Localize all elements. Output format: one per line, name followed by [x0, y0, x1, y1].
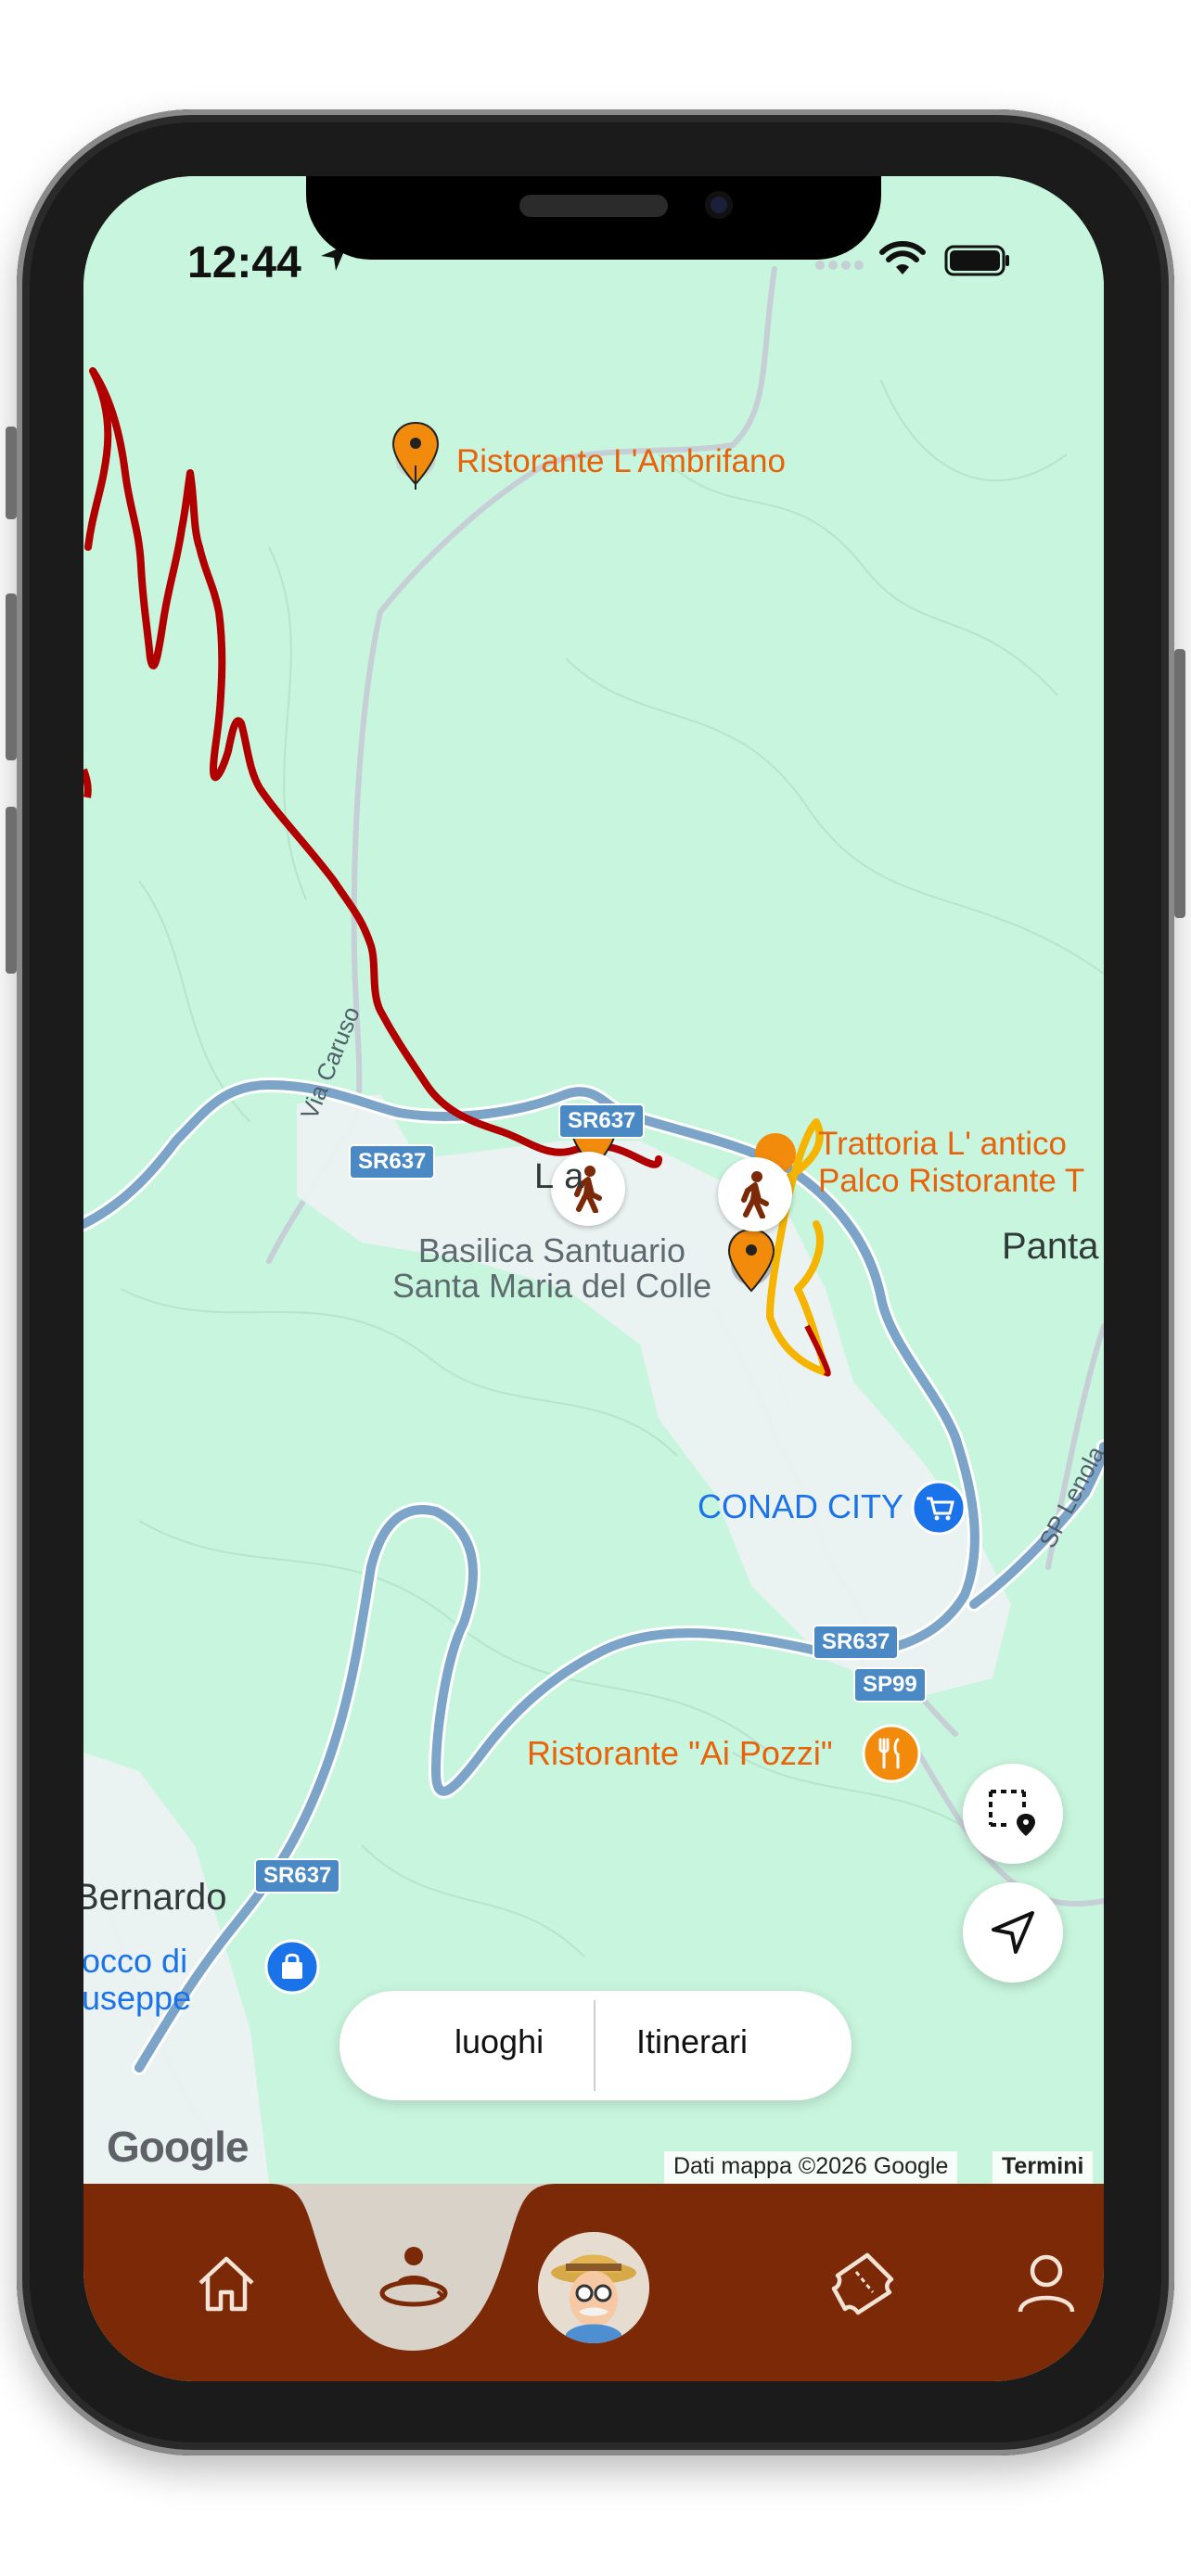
- place-label-bernardo: Bernardo: [83, 1877, 227, 1918]
- poi-label-rocco[interactable]: occo di: [83, 1942, 187, 1981]
- poi-label-basilica[interactable]: Basilica Santuario Santa Maria del Colle: [378, 1233, 725, 1304]
- road-shield: SR637: [349, 1144, 436, 1180]
- road-shield: SR637: [558, 1103, 646, 1139]
- map-data-attribution: Dati mappa ©2026 Google: [664, 2151, 958, 2188]
- toggle-luoghi[interactable]: luoghi: [455, 2022, 544, 2061]
- wifi-icon: [879, 241, 926, 274]
- road-shield: SP99: [853, 1667, 927, 1702]
- area-search-button[interactable]: [963, 1764, 1063, 1864]
- volume-up-button: [6, 593, 17, 760]
- view-toggle[interactable]: luoghi Itinerari: [339, 1991, 852, 2100]
- shopping-cart-icon[interactable]: [911, 1480, 967, 1536]
- guide-avatar-icon: [538, 2232, 649, 2343]
- road-shield: SR637: [813, 1625, 900, 1660]
- map-pin-icon[interactable]: [724, 1226, 779, 1300]
- bottom-tab-bar: [83, 2184, 1104, 2381]
- power-button: [1174, 649, 1185, 918]
- walking-route-marker-icon[interactable]: [718, 1157, 792, 1231]
- tab-home[interactable]: [189, 2247, 263, 2321]
- terms-link[interactable]: Termini: [992, 2151, 1094, 2188]
- status-time: 12:44: [187, 238, 301, 287]
- tab-profile[interactable]: [1009, 2247, 1083, 2321]
- toggle-itinerari[interactable]: Itinerari: [636, 2022, 748, 2061]
- explore-person-icon: [379, 2247, 448, 2307]
- area-select-pin-icon: [989, 1790, 1035, 1836]
- poi-label-ambrifano[interactable]: Ristorante L'Ambrifano: [456, 443, 786, 480]
- battery-icon: [944, 245, 1009, 276]
- tab-explore[interactable]: [377, 2241, 451, 2315]
- mute-switch: [6, 427, 17, 519]
- front-camera: [705, 191, 733, 219]
- location-arrow-icon: [992, 1911, 1034, 1954]
- home-icon: [198, 2256, 254, 2312]
- map-view[interactable]: Ristorante L'Ambrifano Trattoria L' anti…: [83, 176, 1104, 2188]
- my-location-button[interactable]: [963, 1882, 1063, 1983]
- poi-label-conad[interactable]: CONAD CITY: [698, 1487, 903, 1526]
- poi-label-basilica-line2: Santa Maria del Colle: [391, 1267, 712, 1305]
- earpiece-speaker: [519, 195, 668, 217]
- place-label-panta: Panta: [1002, 1226, 1099, 1267]
- shopping-bag-icon[interactable]: [263, 1938, 321, 1996]
- road-shield: SR637: [254, 1858, 341, 1894]
- map-pin-icon[interactable]: [388, 419, 443, 493]
- poi-label-trattoria-line2[interactable]: Palco Ristorante T: [818, 1163, 1084, 1200]
- poi-label-basilica-line1: Basilica Santuario: [417, 1231, 686, 1269]
- restaurant-fork-knife-icon[interactable]: [861, 1723, 922, 1784]
- google-logo: Google: [107, 2123, 249, 2171]
- poi-label-trattoria[interactable]: Trattoria L' antico: [818, 1126, 1067, 1163]
- toggle-divider: [594, 2000, 596, 2091]
- volume-down-button: [6, 807, 17, 974]
- poi-label-rocco-line2[interactable]: useppe: [83, 1979, 191, 2018]
- tab-tickets[interactable]: [826, 2247, 900, 2321]
- profile-icon: [1018, 2254, 1075, 2313]
- poi-label-ai-pozzi[interactable]: Ristorante "Ai Pozzi": [527, 1734, 833, 1773]
- ticket-icon: [831, 2252, 894, 2315]
- tab-guide-avatar[interactable]: [538, 2232, 649, 2343]
- town-label: L a: [534, 1157, 585, 1196]
- phone-notch: [306, 176, 881, 260]
- phone-screen: Ristorante L'Ambrifano Trattoria L' anti…: [83, 176, 1104, 2381]
